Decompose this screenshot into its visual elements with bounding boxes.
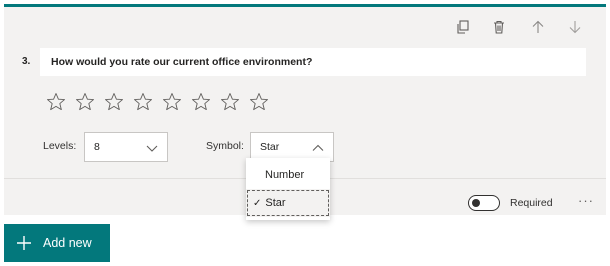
levels-value: 8 xyxy=(94,141,100,153)
question-title-text: How would you rate our current office en… xyxy=(51,56,313,68)
star-outline-icon[interactable] xyxy=(191,92,211,112)
star-outline-icon[interactable] xyxy=(75,92,95,112)
symbol-dropdown-menu: Number ✓ Star xyxy=(246,158,330,220)
add-new-label: Add new xyxy=(43,236,92,250)
rating-stars xyxy=(46,92,269,112)
star-outline-icon[interactable] xyxy=(249,92,269,112)
copy-icon[interactable] xyxy=(454,18,472,36)
star-outline-icon[interactable] xyxy=(104,92,124,112)
star-outline-icon[interactable] xyxy=(133,92,153,112)
star-outline-icon[interactable] xyxy=(162,92,182,112)
star-outline-icon[interactable] xyxy=(46,92,66,112)
add-new-button[interactable]: Add new xyxy=(4,224,110,262)
delete-icon[interactable] xyxy=(490,18,508,36)
dropdown-option-label: Number xyxy=(265,169,305,181)
required-toggle[interactable] xyxy=(468,195,500,211)
dropdown-option-star[interactable]: ✓ Star xyxy=(246,189,330,217)
card-accent-bar xyxy=(4,4,606,7)
question-number: 3. xyxy=(22,56,31,67)
dropdown-option-label: Star xyxy=(265,197,286,209)
chevron-down-icon xyxy=(146,145,158,152)
star-outline-icon[interactable] xyxy=(220,92,240,112)
plus-icon xyxy=(17,236,31,250)
symbol-value: Star xyxy=(260,141,280,153)
dropdown-option-number[interactable]: Number xyxy=(246,161,330,189)
levels-select[interactable]: 8 xyxy=(84,132,168,162)
more-options-icon[interactable]: ··· xyxy=(578,194,594,207)
toggle-knob xyxy=(472,198,480,207)
move-down-icon[interactable] xyxy=(566,18,584,36)
required-label: Required xyxy=(510,197,553,209)
checkmark-icon: ✓ xyxy=(253,197,262,209)
question-title-field[interactable]: How would you rate our current office en… xyxy=(40,48,586,76)
move-up-icon[interactable] xyxy=(529,18,547,36)
levels-label: Levels: xyxy=(43,140,77,152)
symbol-label: Symbol: xyxy=(206,140,244,152)
chevron-up-icon xyxy=(312,144,324,151)
